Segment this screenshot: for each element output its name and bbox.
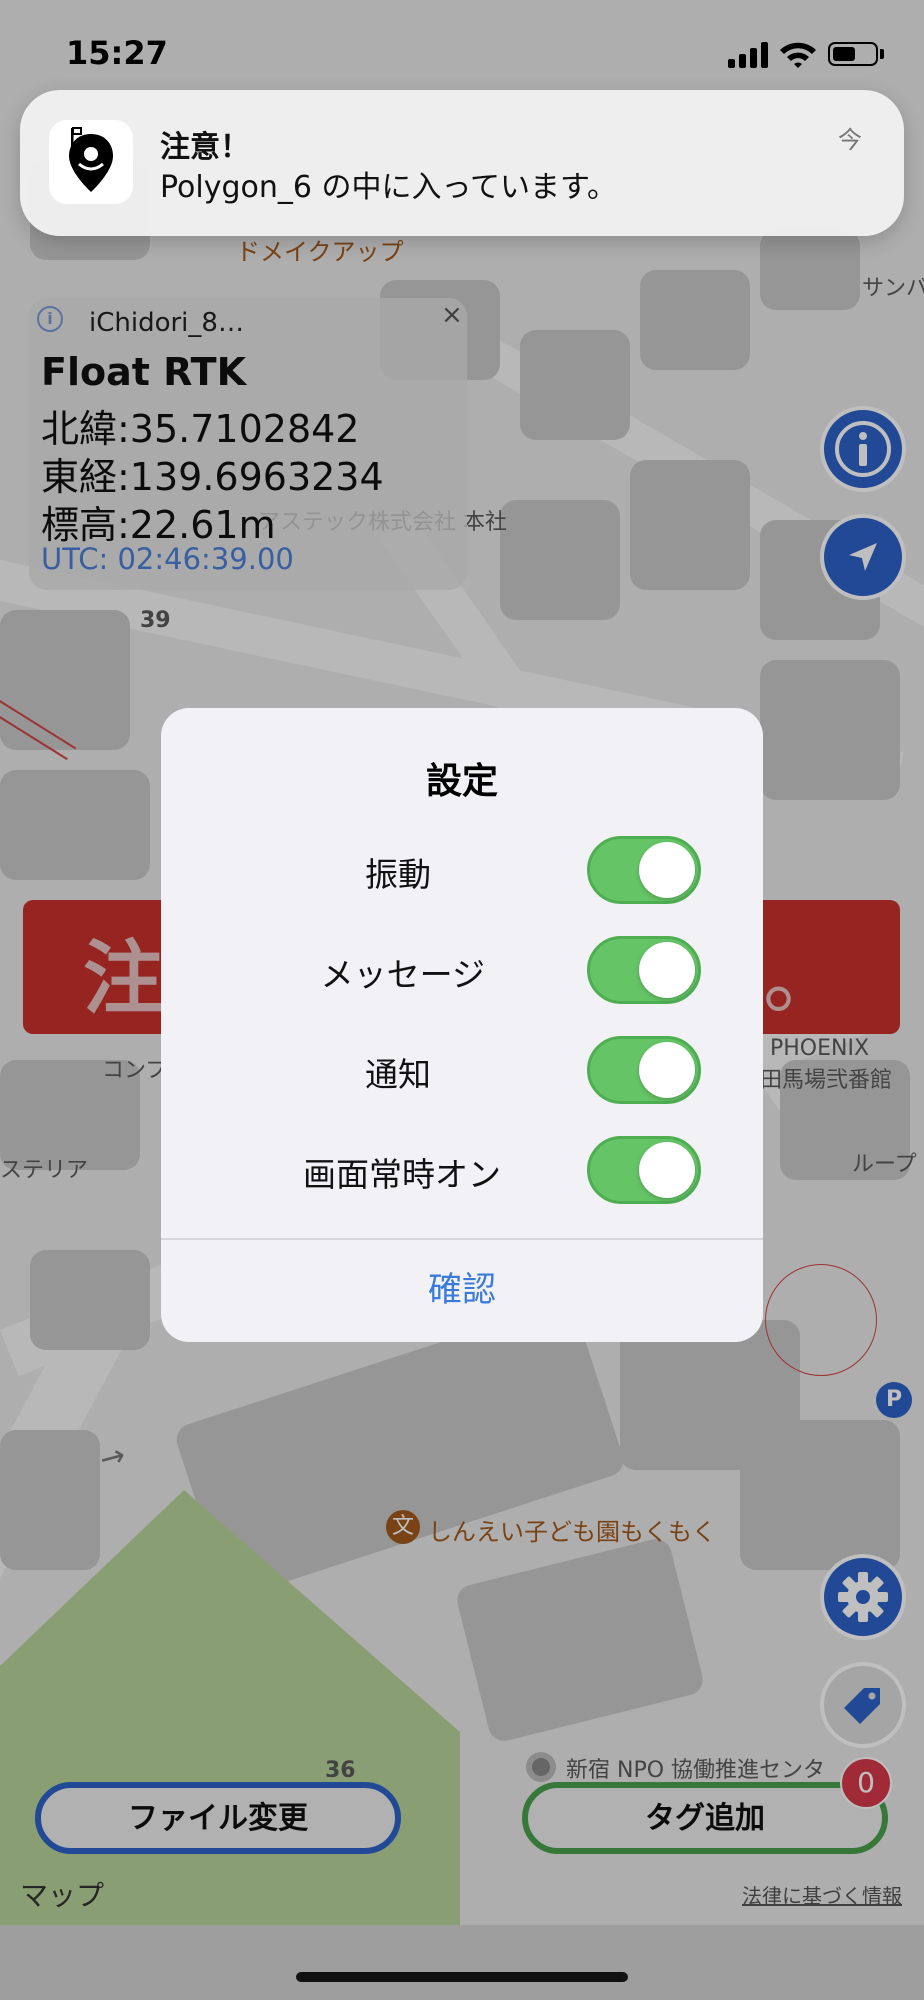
screen-always-on-toggle[interactable] <box>587 1136 701 1204</box>
notification-title: 注意！ <box>160 130 250 165</box>
wifi-icon <box>780 42 816 68</box>
home-indicator[interactable] <box>296 1972 628 1982</box>
vibration-label: 振動 <box>365 855 431 894</box>
notification-time: 今 <box>838 126 862 154</box>
notification-toggle[interactable] <box>587 1036 701 1104</box>
notification-body: Polygon_6 の中に入っています。 <box>160 170 617 205</box>
settings-dialog: 設定 振動 メッセージ 通知 画面常時オン 確認 <box>161 708 763 1342</box>
battery-icon <box>828 42 878 66</box>
status-time: 15:27 <box>66 34 168 72</box>
dialog-title: 設定 <box>425 761 498 802</box>
confirm-button[interactable]: 確認 <box>161 1238 763 1342</box>
battery-tip <box>880 49 884 59</box>
notification-label: 通知 <box>365 1055 431 1094</box>
message-toggle[interactable] <box>587 936 701 1004</box>
vibration-toggle[interactable] <box>587 836 701 904</box>
message-label: メッセージ <box>320 955 485 994</box>
app-icon <box>49 120 133 204</box>
screen-always-on-label: 画面常時オン <box>303 1155 501 1194</box>
signal-icon <box>728 42 770 68</box>
notification-banner[interactable]: 注意！ Polygon_6 の中に入っています。 今 <box>20 90 904 236</box>
